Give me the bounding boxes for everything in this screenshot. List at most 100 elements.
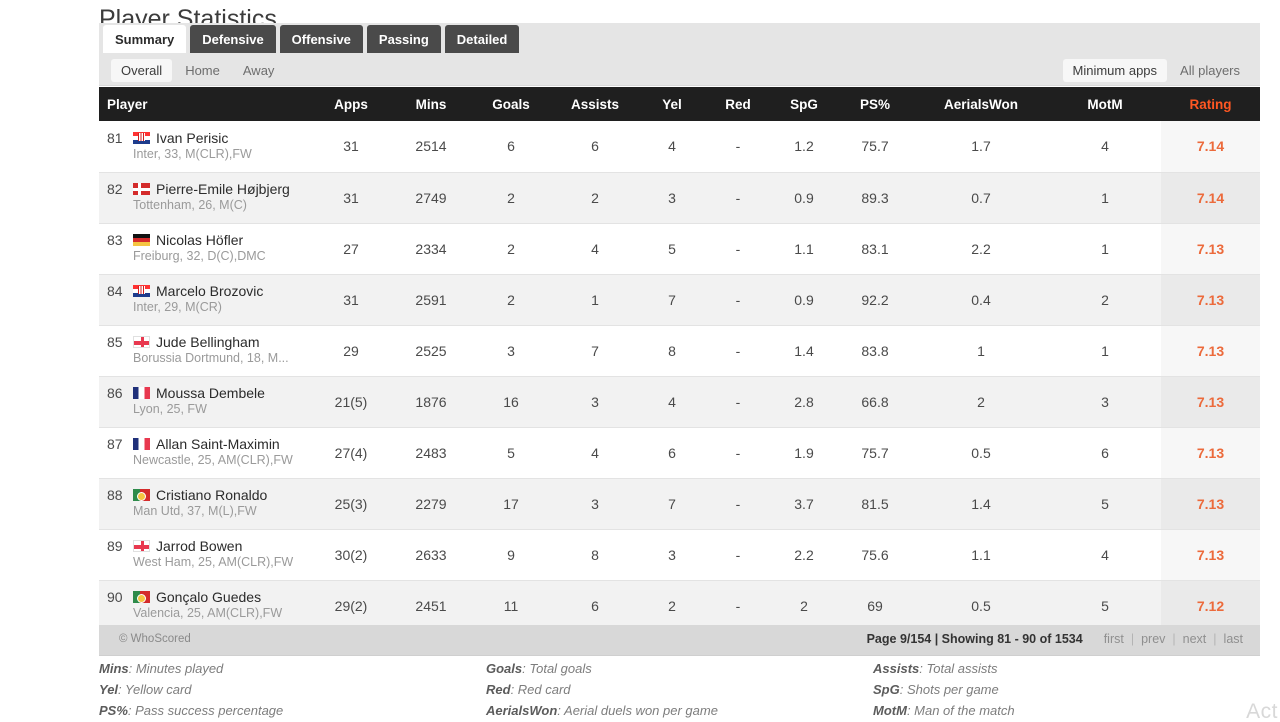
cell-motm: 4 xyxy=(1049,529,1161,581)
cell-rating: 7.13 xyxy=(1161,223,1260,275)
table-row[interactable]: 90 Gonçalo Guedes Valencia, 25, AM(CLR),FW… xyxy=(99,580,1260,632)
cell-spg: 1.4 xyxy=(771,325,837,377)
column-header-red[interactable]: Red xyxy=(705,87,771,121)
cell-spg: 2.8 xyxy=(771,376,837,428)
player-name-link[interactable]: Jude Bellingham xyxy=(156,334,260,350)
player-rank: 89 xyxy=(107,538,123,554)
cell-goals: 16 xyxy=(471,376,551,428)
cell-assists: 6 xyxy=(551,121,639,173)
pagination-link-last[interactable]: last xyxy=(1217,632,1250,646)
cell-mins: 2279 xyxy=(391,478,471,530)
table-row[interactable]: 83 Nicolas Höfler Freiburg, 32, D(C),DMC 27… xyxy=(99,223,1260,275)
scope-filter-group: Minimum apps All players xyxy=(1062,59,1251,82)
table-row[interactable]: 81 Ivan Perisic Inter, 33, M(CLR),FW 31 2514… xyxy=(99,121,1260,173)
column-header-goals[interactable]: Goals xyxy=(471,87,551,121)
column-header-aerialswon[interactable]: AerialsWon xyxy=(913,87,1049,121)
copyright-label: © WhoScored xyxy=(119,633,191,645)
table-row[interactable]: 89 Jarrod Bowen West Ham, 25, AM(CLR),FW 30… xyxy=(99,529,1260,581)
pagination-link-first[interactable]: first xyxy=(1097,632,1131,646)
player-name-link[interactable]: Moussa Dembele xyxy=(156,385,265,401)
table-row[interactable]: 84 Marcelo Brozovic Inter, 29, M(CR) 31 2591… xyxy=(99,274,1260,326)
table-row[interactable]: 87 Allan Saint-Maximin Newcastle, 25, AM(C… xyxy=(99,427,1260,479)
column-header-player[interactable]: Player xyxy=(99,87,311,121)
glossary-description: : Pass success percentage xyxy=(127,703,284,718)
cell-motm: 6 xyxy=(1049,427,1161,479)
glossary-description: : Yellow card xyxy=(118,682,192,697)
glossary-entry: MotM: Man of the match xyxy=(873,700,1260,721)
table-row[interactable]: 85 Jude Bellingham Borussia Dortmund, 18, … xyxy=(99,325,1260,377)
player-name-link[interactable]: Gonçalo Guedes xyxy=(156,589,261,605)
column-header-rating[interactable]: Rating xyxy=(1161,87,1260,121)
player-name-link[interactable]: Jarrod Bowen xyxy=(156,538,242,554)
cell-red: - xyxy=(705,274,771,326)
filter-all-players[interactable]: All players xyxy=(1170,59,1250,82)
cell-aerials: 1 xyxy=(913,325,1049,377)
player-rank: 84 xyxy=(107,283,123,299)
player-name-link[interactable]: Ivan Perisic xyxy=(156,130,228,146)
pagination-link-next[interactable]: next xyxy=(1176,632,1214,646)
cell-goals: 2 xyxy=(471,223,551,275)
filter-overall[interactable]: Overall xyxy=(111,59,173,82)
player-name-link[interactable]: Marcelo Brozovic xyxy=(156,283,263,299)
glossary: Mins: Minutes played Yel: Yellow card PS%:… xyxy=(99,658,1264,721)
glossary-entry: Red: Red card xyxy=(486,679,873,700)
player-name-link[interactable]: Pierre-Emile Højbjerg xyxy=(156,181,290,197)
tab-offensive[interactable]: Offensive xyxy=(279,25,363,53)
cell-aerials: 1.7 xyxy=(913,121,1049,173)
cell-spg: 0.9 xyxy=(771,274,837,326)
venue-filter-group: Overall Home Away xyxy=(111,59,284,82)
cell-motm: 2 xyxy=(1049,274,1161,326)
cell-red: - xyxy=(705,223,771,275)
player-cell: 81 Ivan Perisic Inter, 33, M(CLR),FW xyxy=(99,121,311,173)
column-header-ps[interactable]: PS% xyxy=(837,87,913,121)
cell-ps: 92.2 xyxy=(837,274,913,326)
column-header-spg[interactable]: SpG xyxy=(771,87,837,121)
cell-rating: 7.13 xyxy=(1161,376,1260,428)
cell-red: - xyxy=(705,529,771,581)
cell-ps: 66.8 xyxy=(837,376,913,428)
cell-motm: 4 xyxy=(1049,121,1161,173)
table-row[interactable]: 86 Moussa Dembele Lyon, 25, FW 21(5) 1876 16 3… xyxy=(99,376,1260,428)
glossary-description: : Aerial duels won per game xyxy=(557,703,718,718)
tab-detailed[interactable]: Detailed xyxy=(444,25,520,53)
table-row[interactable]: 82 Pierre-Emile Højbjerg Tottenham, 26, M(… xyxy=(99,172,1260,224)
pagination: Page 9/154 | Showing 81 - 90 of 1534 fir… xyxy=(867,632,1250,646)
cell-yel: 2 xyxy=(639,580,705,632)
player-name-link[interactable]: Cristiano Ronaldo xyxy=(156,487,267,503)
player-rank: 83 xyxy=(107,232,123,248)
cell-aerials: 0.5 xyxy=(913,427,1049,479)
cell-ps: 75.6 xyxy=(837,529,913,581)
cell-rating: 7.14 xyxy=(1161,172,1260,224)
player-meta: Man Utd, 37, M(L),FW xyxy=(133,504,257,518)
player-cell: 89 Jarrod Bowen West Ham, 25, AM(CLR),FW xyxy=(99,529,311,581)
cell-rating: 7.13 xyxy=(1161,274,1260,326)
cell-yel: 6 xyxy=(639,427,705,479)
cell-motm: 1 xyxy=(1049,172,1161,224)
cell-rating: 7.12 xyxy=(1161,580,1260,632)
player-meta: Inter, 33, M(CLR),FW xyxy=(133,146,252,161)
filter-away[interactable]: Away xyxy=(233,59,285,82)
filter-home[interactable]: Home xyxy=(175,59,230,82)
cell-assists: 4 xyxy=(551,427,639,479)
cell-assists: 4 xyxy=(551,223,639,275)
cell-mins: 2514 xyxy=(391,121,471,173)
tab-defensive[interactable]: Defensive xyxy=(190,25,276,53)
column-header-apps[interactable]: Apps xyxy=(311,87,391,121)
filter-minimum-apps[interactable]: Minimum apps xyxy=(1062,59,1168,82)
cell-motm: 5 xyxy=(1049,478,1161,530)
page-info-label: Page 9/154 | Showing 81 - 90 of 1534 xyxy=(866,632,1083,646)
pagination-link-prev[interactable]: prev xyxy=(1134,632,1172,646)
player-meta: Lyon, 25, FW xyxy=(133,402,207,416)
cell-red: - xyxy=(705,427,771,479)
glossary-column: Mins: Minutes played Yel: Yellow card PS%:… xyxy=(99,658,486,721)
player-name-link[interactable]: Nicolas Höfler xyxy=(156,232,243,248)
cell-aerials: 0.7 xyxy=(913,172,1049,224)
tab-passing[interactable]: Passing xyxy=(366,25,441,53)
column-header-motm[interactable]: MotM xyxy=(1049,87,1161,121)
table-row[interactable]: 88 Cristiano Ronaldo Man Utd, 37, M(L),FW 2… xyxy=(99,478,1260,530)
column-header-assists[interactable]: Assists xyxy=(551,87,639,121)
player-name-link[interactable]: Allan Saint-Maximin xyxy=(156,436,280,452)
column-header-mins[interactable]: Mins xyxy=(391,87,471,121)
tab-summary[interactable]: Summary xyxy=(103,25,187,53)
column-header-yel[interactable]: Yel xyxy=(639,87,705,121)
